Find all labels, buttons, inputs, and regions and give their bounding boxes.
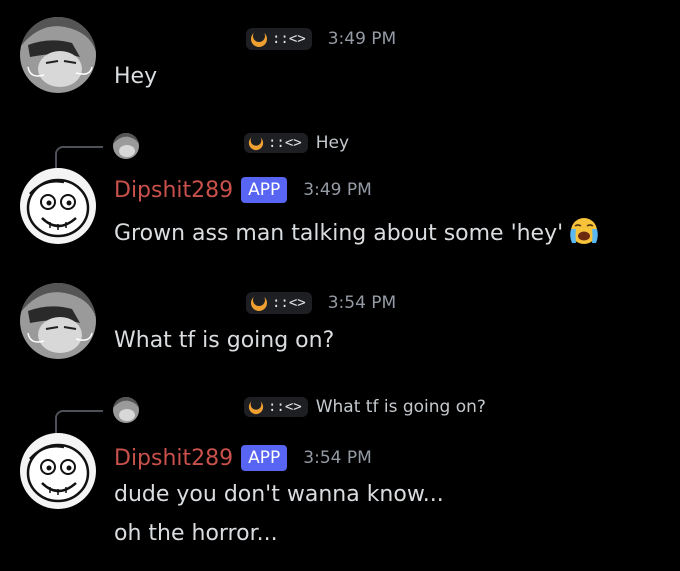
- hidden-username[interactable]: [114, 293, 242, 313]
- crescent-tag-icon: [251, 294, 267, 311]
- message-text: What tf is going on?: [114, 328, 335, 353]
- reply-hidden-username[interactable]: [145, 134, 240, 152]
- timestamp: 3:54 PM: [327, 293, 397, 313]
- bot-avatar[interactable]: [20, 168, 96, 244]
- bot-username[interactable]: Dipshit289: [114, 446, 233, 471]
- crescent-tag-icon: [248, 399, 264, 415]
- message-text: Hey: [114, 64, 158, 89]
- reply-preview-text[interactable]: Hey: [316, 133, 349, 153]
- timestamp: 3:49 PM: [303, 180, 372, 200]
- bot-avatar[interactable]: [20, 433, 96, 509]
- user-tag[interactable]: ::<>: [246, 292, 312, 314]
- message-text: Grown ass man talking about some 'hey': [114, 221, 564, 246]
- reply-avatar[interactable]: [113, 397, 139, 423]
- user-avatar[interactable]: [20, 283, 96, 359]
- app-badge: APP: [241, 445, 288, 471]
- app-badge: APP: [241, 177, 288, 203]
- reply-preview-text[interactable]: What tf is going on?: [316, 397, 486, 417]
- hidden-username[interactable]: [114, 29, 242, 49]
- reply-user-tag-text: ::<>: [268, 135, 302, 151]
- crescent-tag-icon: [251, 30, 267, 47]
- bot-username[interactable]: Dipshit289: [114, 178, 233, 203]
- timestamp: 3:49 PM: [327, 29, 397, 49]
- reply-avatar[interactable]: [113, 133, 139, 159]
- reply-user-tag[interactable]: ::<>: [244, 133, 308, 153]
- user-tag-text: ::<>: [272, 295, 306, 311]
- reply-user-tag-text: ::<>: [268, 399, 302, 415]
- loudly-crying-face-emoji-icon: [567, 216, 601, 252]
- user-tag[interactable]: ::<>: [246, 28, 312, 50]
- reply-hidden-username[interactable]: [145, 398, 240, 416]
- user-avatar[interactable]: [20, 17, 96, 93]
- reply-user-tag[interactable]: ::<>: [244, 397, 308, 417]
- message-text-row: Grown ass man talking about some 'hey': [114, 216, 601, 252]
- user-tag-text: ::<>: [272, 31, 306, 47]
- message-text-line-1: dude you don't wanna know...: [114, 482, 444, 507]
- crescent-tag-icon: [248, 135, 264, 151]
- message-text-line-2: oh the horror...: [114, 521, 278, 546]
- timestamp: 3:54 PM: [303, 448, 372, 468]
